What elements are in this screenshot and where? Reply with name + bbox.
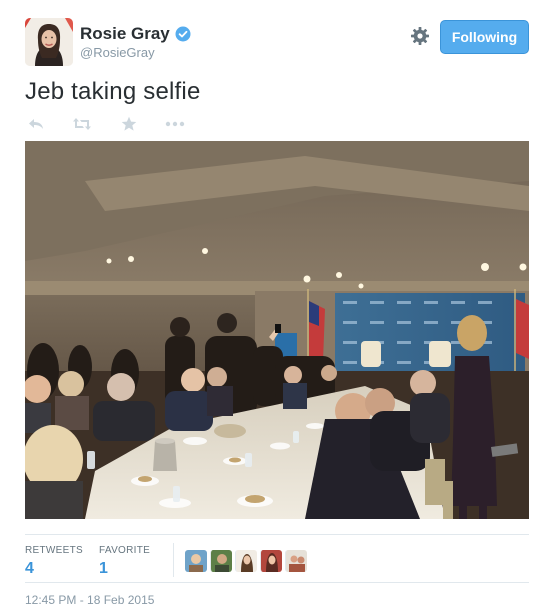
favorites-stat[interactable]: FAVORITE 1 [99, 545, 150, 578]
reply-icon[interactable] [25, 114, 47, 134]
verified-badge-icon [175, 26, 191, 42]
tweet-timestamp[interactable]: 12:45 PM - 18 Feb 2015 [25, 593, 154, 607]
ballroom-photo-image [25, 141, 529, 519]
user-name-row[interactable]: Rosie Gray [80, 24, 191, 44]
favorites-label: FAVORITE [99, 545, 151, 556]
favorite-icon[interactable] [118, 114, 140, 134]
tweet-card: Rosie Gray @RosieGray Following Jeb taki… [0, 0, 552, 616]
engager-avatars [185, 550, 307, 572]
retweets-label: RETWEETS [25, 545, 83, 556]
engager-avatar[interactable] [235, 550, 257, 572]
stats-divider [173, 543, 174, 577]
favorites-count[interactable]: 1 [99, 560, 150, 578]
tweet-stats: RETWEETS 4 FAVORITE 1 [25, 534, 529, 582]
gear-icon[interactable] [410, 26, 430, 46]
retweets-count[interactable]: 4 [25, 560, 83, 578]
more-icon[interactable] [164, 114, 186, 134]
avatar-image [25, 18, 73, 66]
tweet-photo[interactable] [25, 141, 529, 519]
engager-avatar[interactable] [210, 550, 232, 572]
following-button[interactable]: Following [440, 20, 529, 54]
engager-avatar[interactable] [185, 550, 207, 572]
engager-avatar[interactable] [285, 550, 307, 572]
retweets-stat[interactable]: RETWEETS 4 [25, 545, 83, 578]
engager-avatar[interactable] [260, 550, 282, 572]
user-handle[interactable]: @RosieGray [80, 45, 155, 60]
tweet-footer: 12:45 PM - 18 Feb 2015 [25, 582, 529, 616]
avatar[interactable] [25, 18, 73, 66]
display-name[interactable]: Rosie Gray [80, 24, 170, 44]
retweet-icon[interactable] [71, 114, 93, 134]
tweet-text: Jeb taking selfie [25, 78, 201, 105]
